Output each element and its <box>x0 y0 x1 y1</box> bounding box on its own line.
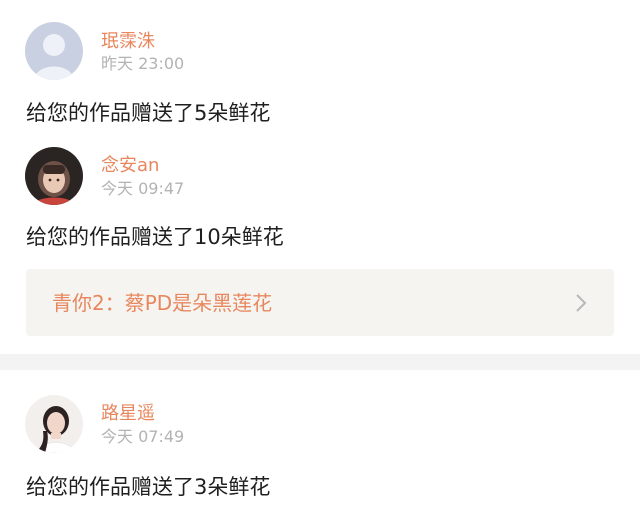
feed-item: 路星遥 今天 07:49 给您的作品赠送了3朵鲜花 <box>0 370 640 511</box>
timestamp: 今天 07:49 <box>101 427 185 446</box>
user-photo-avatar[interactable] <box>25 395 83 453</box>
timestamp: 昨天 23:00 <box>101 54 185 73</box>
feed-item: 珉霂洙 昨天 23:00 给您的作品赠送了5朵鲜花 <box>0 0 640 140</box>
quoted-post-card[interactable]: 青你2：蔡PD是朵黑莲花 <box>26 269 614 336</box>
gift-message: 给您的作品赠送了5朵鲜花 <box>26 101 271 125</box>
user-name[interactable]: 珉霂洙 <box>101 31 155 53</box>
user-name[interactable]: 念安an <box>101 155 159 177</box>
timestamp: 今天 09:47 <box>101 179 185 198</box>
chevron-right-icon <box>576 294 587 312</box>
user-name[interactable]: 路星遥 <box>101 403 155 425</box>
gift-message: 给您的作品赠送了10朵鲜花 <box>26 225 284 249</box>
section-divider <box>0 354 640 370</box>
quoted-post-title: 青你2：蔡PD是朵黑莲花 <box>52 291 273 315</box>
user-photo-avatar[interactable] <box>25 147 83 205</box>
default-avatar-icon[interactable] <box>25 22 83 80</box>
gift-message: 给您的作品赠送了3朵鲜花 <box>26 475 271 499</box>
